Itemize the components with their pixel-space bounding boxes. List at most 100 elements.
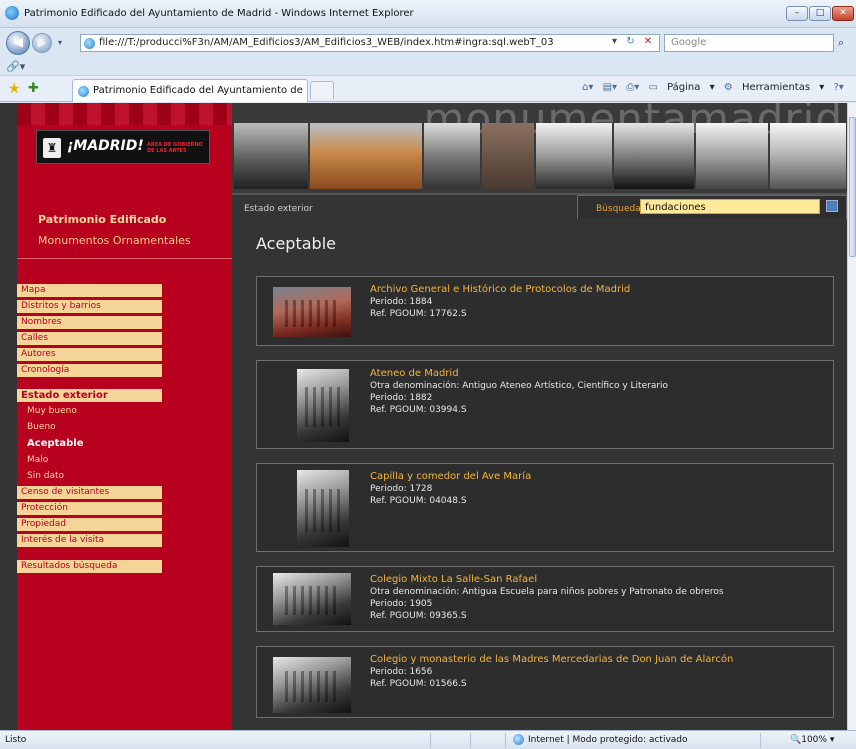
result-detail: Periodo: 1656 (370, 667, 433, 677)
result-thumbnail[interactable] (297, 369, 349, 442)
address-input[interactable]: file:///T:/producci%F3n/AM/AM_Edificios3… (80, 34, 660, 52)
menu-header-estado[interactable]: Estado exterior (17, 389, 162, 402)
result-detail: Periodo: 1882 (370, 393, 433, 403)
sidebar-pattern (17, 103, 232, 125)
madrid-logo[interactable]: ♜ ¡MADRID! ÁREA DE GOBIERNO DE LAS ARTES (36, 130, 210, 164)
menu-item-propiedad[interactable]: Propiedad (17, 518, 162, 531)
section-title[interactable]: Patrimonio Edificado (38, 213, 166, 226)
result-detail: Periodo: 1905 (370, 599, 433, 609)
result-thumbnail[interactable] (273, 287, 351, 337)
search-label: Búsqueda (596, 204, 641, 214)
result-title[interactable]: Colegio y monasterio de las Madres Merce… (370, 654, 733, 665)
status-separator (470, 733, 471, 748)
stop-icon[interactable]: ✕ (644, 36, 652, 47)
submenu-aceptable[interactable]: Aceptable (27, 438, 84, 449)
result-thumbnail[interactable] (273, 657, 351, 713)
menu-item-cronologia[interactable]: Cronología (17, 364, 162, 377)
tabs-bar: ★ ✚ Patrimonio Edificado del Ayuntamient… (0, 76, 856, 102)
menu-item-nombres[interactable]: Nombres (17, 316, 162, 329)
home-icon[interactable]: ⌂▾ (582, 82, 593, 93)
result-detail: Periodo: 1728 (370, 484, 433, 494)
favorites-star-icon[interactable]: ★ (8, 81, 21, 97)
banner-photo-park (614, 123, 694, 189)
scrollbar-thumb[interactable] (849, 117, 856, 257)
maximize-button[interactable]: □ (809, 6, 831, 21)
menu-item-distritos[interactable]: Distritos y barrios (17, 300, 162, 313)
page-icon (84, 38, 95, 49)
feeds-icon[interactable]: ▤▾ (603, 82, 617, 93)
web-search-input[interactable]: Google (664, 34, 834, 52)
history-dropdown-icon[interactable]: ▾ (58, 38, 62, 47)
command-bar: ⌂▾ ▤▾ ⎙▾ ▭ Página ▾ ⚙ Herramientas ▾ ?▾ (582, 82, 850, 93)
madrid-bear-icon: ♜ (43, 138, 61, 158)
result-detail: Otra denominación: Antiguo Ateneo Artíst… (370, 381, 669, 391)
internet-zone-icon (513, 734, 524, 745)
search-submit-icon[interactable] (826, 200, 838, 212)
submenu-bueno[interactable]: Bueno (27, 422, 56, 432)
result-title[interactable]: Capilla y comedor del Ave María (370, 471, 531, 482)
result-thumbnail[interactable] (273, 573, 351, 625)
address-text: file:///T:/producci%F3n/AM/AM_Edificios3… (99, 37, 554, 48)
result-detail: Ref. PGOUM: 03994.S (370, 405, 467, 415)
result-thumbnail[interactable] (297, 470, 349, 547)
result-card[interactable]: Ateneo de Madrid Otra denominación: Anti… (256, 360, 834, 449)
address-dropdown-icon[interactable]: ▾ (612, 36, 617, 47)
menu-item-resultados[interactable]: Resultados búsqueda (17, 560, 162, 573)
vertical-scrollbar[interactable] (847, 103, 856, 730)
refresh-icon[interactable]: ↻ (626, 36, 634, 47)
result-title[interactable]: Archivo General e Histórico de Protocolo… (370, 284, 630, 295)
tools-menu[interactable]: ⚙ Herramientas ▾ (724, 82, 824, 93)
site-search-input[interactable] (640, 199, 820, 214)
banner-photo-museum (696, 123, 768, 189)
page-viewport: ♜ ¡MADRID! ÁREA DE GOBIERNO DE LAS ARTES… (0, 103, 847, 730)
search-icon[interactable]: ⌕ (838, 36, 844, 50)
result-card[interactable]: Capilla y comedor del Ave María Periodo:… (256, 463, 834, 552)
minimize-button[interactable]: – (786, 6, 808, 21)
window-titlebar: Patrimonio Edificado del Ayuntamiento de… (0, 0, 856, 28)
sidebar-divider (17, 258, 232, 259)
banner-photo-building (424, 123, 480, 189)
banner-photo-plaza (234, 123, 308, 189)
menu-item-interes[interactable]: Interés de la visita (17, 534, 162, 547)
result-detail: Ref. PGOUM: 04048.S (370, 496, 467, 506)
security-zone-text[interactable]: Internet | Modo protegido: activado (528, 735, 688, 745)
zoom-control[interactable]: 🔍100% ▾ (790, 735, 834, 745)
result-detail: Ref. PGOUM: 01566.S (370, 679, 467, 689)
section-subtitle[interactable]: Monumentos Ornamentales (38, 234, 191, 247)
print-icon[interactable]: ⎙▾ (626, 82, 639, 93)
links-bar: 🔗▾ (0, 58, 856, 76)
links-icon[interactable]: 🔗▾ (6, 60, 25, 73)
logo-area-text: ÁREA DE GOBIERNO DE LAS ARTES (147, 142, 203, 154)
browser-tab[interactable]: Patrimonio Edificado del Ayuntamiento de… (72, 79, 308, 102)
result-detail: Otra denominación: Antigua Escuela para … (370, 587, 724, 597)
banner-photo-palace (310, 123, 422, 189)
menu-item-proteccion[interactable]: Protección (17, 502, 162, 515)
result-detail: Ref. PGOUM: 09365.S (370, 611, 467, 621)
banner-photo-tower (482, 123, 534, 189)
status-separator (430, 733, 431, 748)
result-card[interactable]: Colegio Mixto La Salle-San Rafael Otra d… (256, 566, 834, 632)
forward-button[interactable]: ▶ (32, 33, 52, 53)
submenu-malo[interactable]: Malo (27, 455, 48, 465)
tab-page-icon (78, 86, 89, 97)
address-bar-row: ◀ ▶ ▾ file:///T:/producci%F3n/AM/AM_Edif… (0, 28, 856, 58)
result-card[interactable]: Colegio y monasterio de las Madres Merce… (256, 646, 834, 718)
back-button[interactable]: ◀ (6, 31, 30, 55)
submenu-sin-dato[interactable]: Sin dato (27, 471, 64, 481)
help-icon[interactable]: ?▾ (833, 82, 843, 93)
menu-item-calles[interactable]: Calles (17, 332, 162, 345)
close-window-button[interactable]: ✕ (832, 6, 854, 21)
menu-item-mapa[interactable]: Mapa (17, 284, 162, 297)
result-title[interactable]: Ateneo de Madrid (370, 368, 459, 379)
result-title[interactable]: Colegio Mixto La Salle-San Rafael (370, 574, 537, 585)
menu-item-autores[interactable]: Autores (17, 348, 162, 361)
result-card[interactable]: Archivo General e Histórico de Protocolo… (256, 276, 834, 346)
page-title: Aceptable (256, 234, 336, 253)
new-tab-button[interactable] (310, 81, 334, 99)
page-menu[interactable]: ▭ Página ▾ (648, 82, 714, 93)
add-favorites-icon[interactable]: ✚ (28, 81, 39, 96)
submenu-muy-bueno[interactable]: Muy bueno (27, 406, 77, 416)
status-bar: Listo Internet | Modo protegido: activad… (0, 730, 856, 749)
menu-item-censo[interactable]: Censo de visitantes (17, 486, 162, 499)
logo-text: ¡MADRID! (67, 138, 144, 154)
